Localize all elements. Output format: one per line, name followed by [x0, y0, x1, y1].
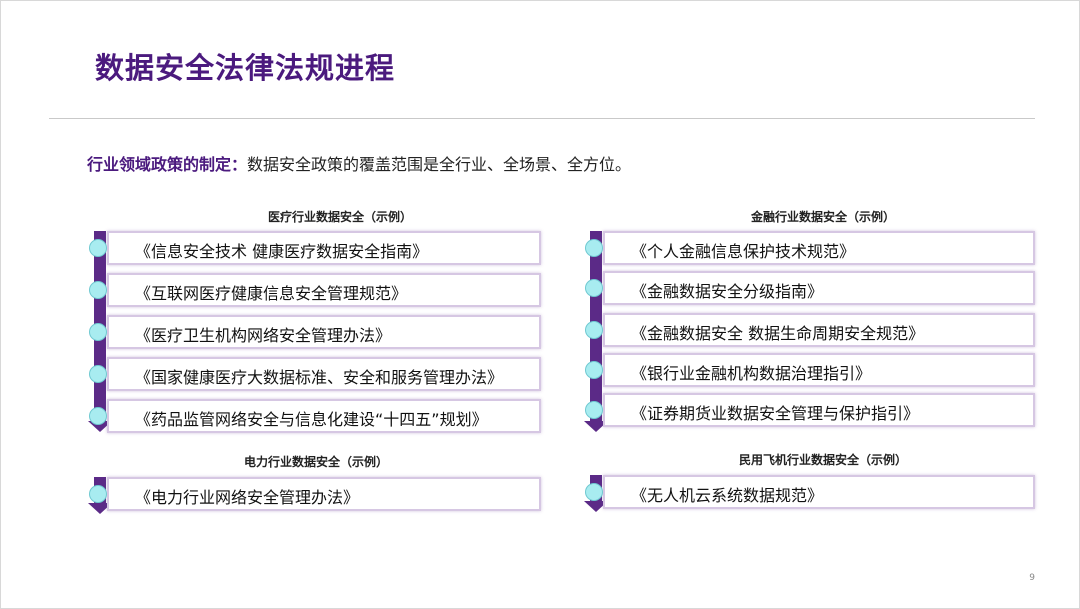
item-text: 《电力行业网络安全管理办法》: [135, 488, 360, 507]
power-section-title: 电力行业数据安全（示例）: [243, 455, 388, 469]
item-box: 《银行业金融机构数据治理指引》: [603, 353, 1035, 387]
item-text: 《证券期货业数据安全管理与保护指引》: [631, 404, 920, 423]
list-item: 《互联网医疗健康信息安全管理规范》: [89, 273, 541, 307]
bullet-dot-icon: [89, 365, 107, 383]
bullet-dot-icon: [89, 485, 107, 503]
list-item: 《药品监管网络安全与信息化建设“十四五”规划》: [89, 399, 541, 433]
bullet-dot-icon: [585, 483, 603, 501]
intro-label: 行业领域政策的制定：: [87, 155, 248, 174]
item-box: 《金融数据安全分级指南》: [603, 271, 1035, 305]
item-text: 《医疗卫生机构网络安全管理办法》: [135, 326, 392, 345]
page-title: 数据安全法律法规进程: [95, 51, 396, 85]
item-text: 《信息安全技术 健康医疗数据安全指南》: [135, 242, 429, 261]
item-box: 《金融数据安全 数据生命周期安全规范》: [603, 313, 1035, 347]
power-section: 《电力行业网络安全管理办法》: [88, 477, 541, 517]
bullet-dot-icon: [585, 361, 603, 379]
list-item: 《个人金融信息保护技术规范》: [585, 231, 1035, 265]
slide: 数据安全法律法规进程 行业领域政策的制定：数据安全政策的覆盖范围是全行业、全场景…: [0, 0, 1080, 609]
item-box: 《无人机云系统数据规范》: [603, 475, 1035, 509]
intro-line: 行业领域政策的制定：数据安全政策的覆盖范围是全行业、全场景、全方位。: [87, 151, 631, 175]
bullet-dot-icon: [585, 239, 603, 257]
bullet-dot-icon: [89, 407, 107, 425]
list-item: 《银行业金融机构数据治理指引》: [585, 353, 1035, 387]
item-text: 《金融数据安全 数据生命周期安全规范》: [631, 324, 925, 343]
title-divider: [49, 118, 1035, 119]
list-item: 《金融数据安全分级指南》: [585, 271, 1035, 305]
list-item: 《电力行业网络安全管理办法》: [89, 477, 541, 511]
item-text: 《药品监管网络安全与信息化建设“十四五”规划》: [135, 410, 488, 429]
item-box: 《国家健康医疗大数据标准、安全和服务管理办法》: [107, 357, 541, 391]
finance-section-title: 金融行业数据安全（示例）: [750, 210, 895, 224]
item-box: 《医疗卫生机构网络安全管理办法》: [107, 315, 541, 349]
bullet-dot-icon: [585, 401, 603, 419]
item-text: 《无人机云系统数据规范》: [631, 486, 824, 505]
bullet-dot-icon: [89, 323, 107, 341]
item-box: 《药品监管网络安全与信息化建设“十四五”规划》: [107, 399, 541, 433]
item-text: 《个人金融信息保护技术规范》: [631, 242, 856, 261]
medical-section: 《信息安全技术 健康医疗数据安全指南》 《互联网医疗健康信息安全管理规范》 《医…: [88, 231, 541, 437]
list-item: 《金融数据安全 数据生命周期安全规范》: [585, 313, 1035, 347]
aviation-section: 《无人机云系统数据规范》: [584, 475, 1035, 515]
item-text: 《国家健康医疗大数据标准、安全和服务管理办法》: [135, 368, 504, 387]
list-item: 《证券期货业数据安全管理与保护指引》: [585, 393, 1035, 427]
item-text: 《银行业金融机构数据治理指引》: [631, 364, 872, 383]
finance-section: 《个人金融信息保护技术规范》 《金融数据安全分级指南》 《金融数据安全 数据生命…: [584, 231, 1035, 437]
page-number: 9: [1029, 573, 1035, 583]
list-item: 《无人机云系统数据规范》: [585, 475, 1035, 509]
bullet-dot-icon: [585, 279, 603, 297]
bullet-dot-icon: [89, 281, 107, 299]
item-box: 《证券期货业数据安全管理与保护指引》: [603, 393, 1035, 427]
list-item: 《国家健康医疗大数据标准、安全和服务管理办法》: [89, 357, 541, 391]
list-item: 《医疗卫生机构网络安全管理办法》: [89, 315, 541, 349]
aviation-section-title: 民用飞机行业数据安全（示例）: [738, 453, 907, 467]
item-box: 《个人金融信息保护技术规范》: [603, 231, 1035, 265]
item-box: 《电力行业网络安全管理办法》: [107, 477, 541, 511]
item-box: 《互联网医疗健康信息安全管理规范》: [107, 273, 541, 307]
bullet-dot-icon: [585, 321, 603, 339]
bullet-dot-icon: [89, 239, 107, 257]
list-item: 《信息安全技术 健康医疗数据安全指南》: [89, 231, 541, 265]
intro-text: 数据安全政策的覆盖范围是全行业、全场景、全方位。: [247, 155, 632, 174]
medical-section-title: 医疗行业数据安全（示例）: [267, 210, 412, 224]
item-text: 《金融数据安全分级指南》: [631, 282, 824, 301]
item-box: 《信息安全技术 健康医疗数据安全指南》: [107, 231, 541, 265]
item-text: 《互联网医疗健康信息安全管理规范》: [135, 284, 408, 303]
